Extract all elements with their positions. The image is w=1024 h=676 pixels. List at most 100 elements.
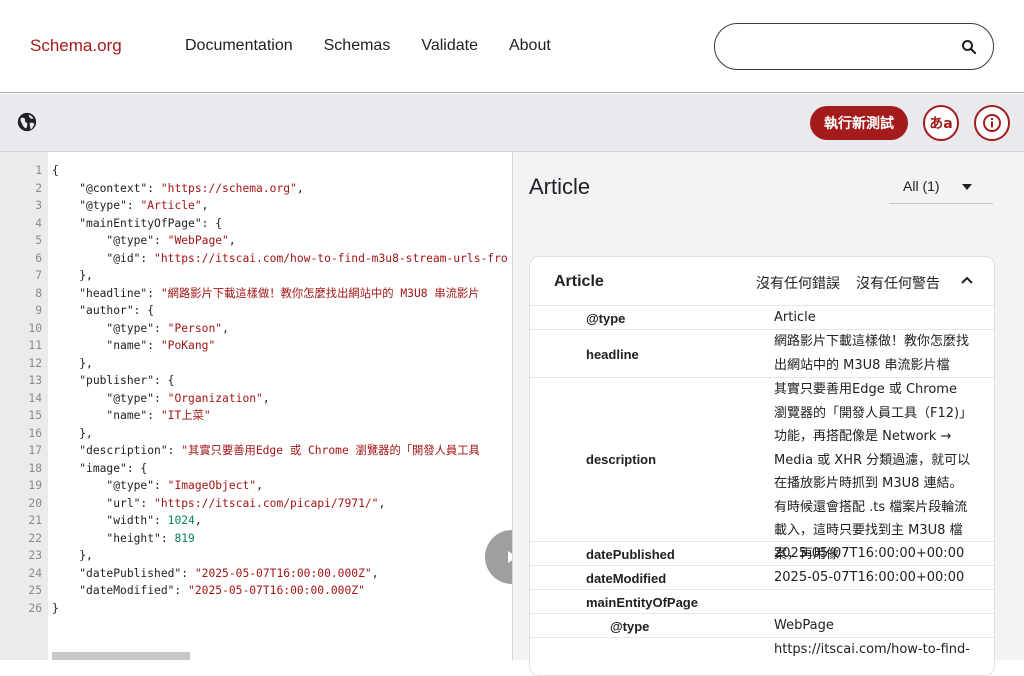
code-line[interactable]: 10 "@type": "Person", xyxy=(0,320,508,338)
line-number: 20 xyxy=(28,496,42,510)
line-content: "@type": "Article", xyxy=(79,199,209,212)
line-number: 22 xyxy=(28,531,42,545)
code-line[interactable]: 3 "@type": "Article", xyxy=(0,197,508,215)
property-key: @type xyxy=(586,311,626,326)
code-line[interactable]: 22 "height": 819 xyxy=(0,530,508,548)
code-line[interactable]: 5 "@type": "WebPage", xyxy=(0,232,508,250)
line-content: "@type": "ImageObject", xyxy=(106,479,263,492)
info-button[interactable] xyxy=(974,105,1010,141)
result-filter-dropdown[interactable]: All (1) xyxy=(889,176,993,204)
code-line[interactable]: 7 }, xyxy=(0,267,508,285)
code-line[interactable]: 4 "mainEntityOfPage": { xyxy=(0,215,508,233)
code-line[interactable]: 9 "author": { xyxy=(0,302,508,320)
validator-toolbar: 執行新測試 あa xyxy=(0,94,1024,152)
line-number: 1 xyxy=(35,164,42,177)
line-number: 8 xyxy=(35,286,42,300)
line-number: 26 xyxy=(28,601,42,615)
search-input[interactable] xyxy=(733,36,953,58)
line-content: "name": "PoKang" xyxy=(106,339,216,352)
globe-icon[interactable] xyxy=(16,111,38,133)
line-content: }, xyxy=(52,549,93,562)
property-row[interactable]: description 其實只要善用Edge 或 Chrome 瀏覽器的「開發人員… xyxy=(530,377,994,562)
search-icon[interactable] xyxy=(961,39,977,55)
code-line[interactable]: 13 "publisher": { xyxy=(0,372,508,390)
line-content: "datePublished": "2025-05-07T16:00:00.00… xyxy=(79,566,379,580)
code-line[interactable]: 20 "url": "https://itscai.com/picapi/797… xyxy=(0,495,508,513)
chevron-down-icon xyxy=(962,184,972,190)
code-editor[interactable]: 1{2 "@context": "https://schema.org", 3 "… xyxy=(0,152,512,660)
line-number: 2 xyxy=(35,181,42,195)
nav-validate[interactable]: Validate xyxy=(421,37,478,55)
line-content: }, xyxy=(52,269,93,282)
code-line[interactable]: 26} xyxy=(0,600,508,618)
line-number: 9 xyxy=(35,304,42,317)
article-result-card: Article 沒有任何錯誤 沒有任何警告 @type Article headli… xyxy=(529,256,995,676)
property-row[interactable]: datePublished 2025-05-07T16:00:00+00:00 xyxy=(530,541,994,565)
line-content: "@type": "Organization", xyxy=(106,391,270,405)
search-box xyxy=(714,23,994,70)
property-value: 2025-05-07T16:00:00+00:00 xyxy=(774,570,965,585)
code-line[interactable]: 21 "width": 1024, xyxy=(0,512,508,530)
line-number: 10 xyxy=(28,321,42,335)
property-value: WebPage xyxy=(774,618,834,633)
line-content: "publisher": { xyxy=(79,374,175,387)
line-number: 17 xyxy=(28,444,42,457)
run-new-test-button[interactable]: 執行新測試 xyxy=(810,106,908,140)
code-line[interactable]: 1{ xyxy=(0,162,508,180)
site-header: Schema.org Documentation Schemas Validat… xyxy=(0,0,1024,93)
code-line[interactable]: 11 "name": "PoKang" xyxy=(0,337,508,355)
line-number: 21 xyxy=(28,514,42,527)
line-number: 25 xyxy=(28,584,42,597)
property-row[interactable]: @type WebPage xyxy=(530,613,994,637)
code-line[interactable]: 8 "headline": "網路影片下載這樣做！教你怎麼找出網站中的 M3U8… xyxy=(0,285,508,303)
line-number: 4 xyxy=(35,216,42,230)
property-row[interactable]: https://itscai.com/how-to-find- xyxy=(530,637,994,675)
property-key: mainEntityOfPage xyxy=(586,595,698,610)
property-key: headline xyxy=(586,347,639,362)
language-button[interactable]: あa xyxy=(923,105,959,141)
main-nav: Documentation Schemas Validate About xyxy=(185,37,551,55)
code-line[interactable]: 6 "@id": "https://itscai.com/how-to-find… xyxy=(0,250,508,268)
property-row[interactable]: mainEntityOfPage xyxy=(530,589,994,613)
code-line[interactable]: 12 }, xyxy=(0,355,508,373)
property-row[interactable]: headline 網路影片下載這樣做！教你怎麼找出網站中的 M3U8 串流影片檔 xyxy=(530,329,994,377)
line-number: 19 xyxy=(28,479,42,492)
chevron-up-icon[interactable] xyxy=(960,275,974,285)
code-line[interactable]: 15 "name": "IT上菜" xyxy=(0,407,508,425)
code-line[interactable]: 17 "description": "其實只要善用Edge 或 Chrome 瀏… xyxy=(0,442,508,460)
line-number: 24 xyxy=(28,566,42,580)
code-line[interactable]: 18 "image": { xyxy=(0,460,508,478)
horizontal-scrollbar[interactable] xyxy=(52,652,190,660)
line-content: "mainEntityOfPage": { xyxy=(79,216,223,230)
code-line[interactable]: 16 }, xyxy=(0,425,508,443)
code-line[interactable]: 19 "@type": "ImageObject", xyxy=(0,477,508,495)
line-number: 13 xyxy=(28,374,42,387)
code-line[interactable]: 25 "dateModified": "2025-05-07T16:00:00.… xyxy=(0,582,508,600)
line-number: 3 xyxy=(35,199,42,212)
line-content: "@id": "https://itscai.com/how-to-find-m… xyxy=(106,251,508,265)
nav-schemas[interactable]: Schemas xyxy=(324,37,391,55)
card-header[interactable]: Article 沒有任何錯誤 沒有任何警告 xyxy=(530,257,994,305)
warning-count: 沒有任何警告 xyxy=(856,276,940,292)
property-value: 2025-05-07T16:00:00+00:00 xyxy=(774,546,965,561)
property-row[interactable]: dateModified 2025-05-07T16:00:00+00:00 xyxy=(530,565,994,589)
nav-documentation[interactable]: Documentation xyxy=(185,37,293,55)
card-title: Article xyxy=(554,273,604,290)
property-value: https://itscai.com/how-to-find- xyxy=(774,642,970,657)
code-line[interactable]: 14 "@type": "Organization", xyxy=(0,390,508,408)
code-line[interactable]: 2 "@context": "https://schema.org", xyxy=(0,180,508,198)
line-content: "@context": "https://schema.org", xyxy=(79,181,304,195)
code-lines[interactable]: 1{2 "@context": "https://schema.org", 3 "… xyxy=(0,162,508,618)
property-value: 其實只要善用Edge 或 Chrome 瀏覽器的「開發人員工具（F12)」功能，… xyxy=(774,382,973,562)
property-value: Article xyxy=(774,310,816,325)
line-content: }, xyxy=(52,426,93,440)
line-number: 18 xyxy=(28,461,42,475)
site-logo[interactable]: Schema.org xyxy=(30,36,122,56)
property-row[interactable]: @type Article xyxy=(530,305,994,329)
code-line[interactable]: 24 "datePublished": "2025-05-07T16:00:00… xyxy=(0,565,508,583)
info-icon xyxy=(983,114,1001,132)
line-number: 5 xyxy=(35,234,42,247)
code-line[interactable]: 23 }, xyxy=(0,547,508,565)
line-number: 7 xyxy=(35,269,42,282)
nav-about[interactable]: About xyxy=(509,37,551,55)
